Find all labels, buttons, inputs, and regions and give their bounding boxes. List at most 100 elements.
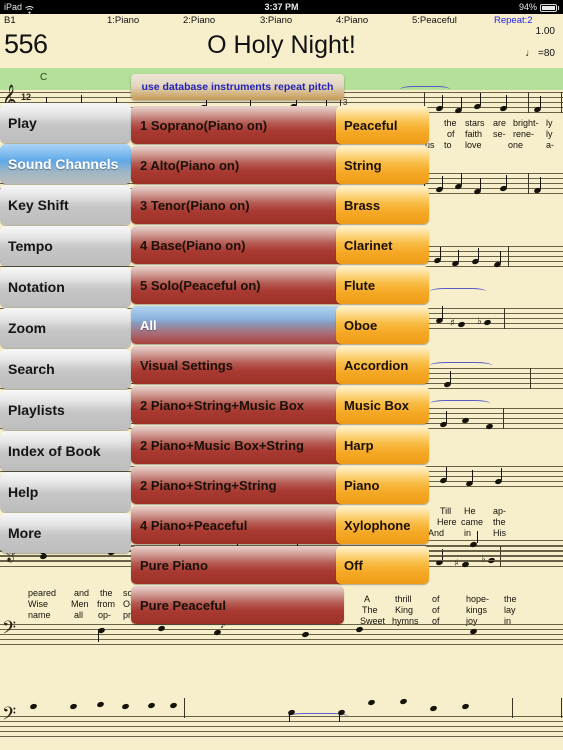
menu-item-label: Peaceful xyxy=(344,117,398,133)
menu-item-label: Xylophone xyxy=(344,517,411,533)
menu-item-help[interactable]: Help xyxy=(0,472,131,512)
menu-item-label: Notation xyxy=(8,279,65,295)
status-bar-right: 94% xyxy=(519,0,559,14)
instrument-menu[interactable]: Peaceful String Brass Clarinet Flute Obo… xyxy=(336,106,429,586)
instrument-string[interactable]: String xyxy=(336,146,429,184)
menu-item-tempo[interactable]: Tempo xyxy=(0,226,131,266)
channel-item-visual-settings[interactable]: Visual Settings xyxy=(131,346,344,384)
lyric-word: one xyxy=(508,140,524,150)
instrument-off[interactable]: Off xyxy=(336,546,429,584)
channel-5-label[interactable]: 5:Peaceful xyxy=(412,15,457,26)
lyric-word: Here xyxy=(437,517,457,527)
menu-item-label: Piano xyxy=(344,477,380,493)
menu-item-label: Brass xyxy=(344,197,381,213)
staff-system-5-bass: 𝄢 ♪ xyxy=(0,620,563,646)
channel-item-alto[interactable]: 2 Alto(Piano on) xyxy=(131,146,344,184)
preset-piano-peaceful[interactable]: 4 Piano+Peaceful xyxy=(131,506,344,544)
instrument-oboe[interactable]: Oboe xyxy=(336,306,429,344)
menu-item-playlists[interactable]: Playlists xyxy=(0,390,131,430)
lyric-word: stars xyxy=(465,118,485,128)
preset-piano-string-musicbox[interactable]: 2 Piano+String+Music Box xyxy=(131,386,344,424)
channel-4-label[interactable]: 4:Piano xyxy=(336,15,368,26)
channel-item-all[interactable]: All xyxy=(131,306,344,344)
menu-item-label: String xyxy=(344,157,382,173)
preset-piano-string-string[interactable]: 2 Piano+String+String xyxy=(131,466,344,504)
instrument-harp[interactable]: Harp xyxy=(336,426,429,464)
tooltip-text: use database instruments repeat pitch xyxy=(141,81,334,93)
bass-clef-icon: 𝄢 xyxy=(2,618,17,643)
lyric-word: a- xyxy=(546,140,555,150)
menu-item-search[interactable]: Search xyxy=(0,349,131,389)
channel-1-label[interactable]: 1:Piano xyxy=(107,15,139,26)
menu-item-label: Oboe xyxy=(344,317,378,333)
menu-item-label: 3 Tenor(Piano on) xyxy=(140,197,250,213)
channel-item-solo[interactable]: 5 Solo(Peaceful on) xyxy=(131,266,344,304)
menu-item-key-shift[interactable]: Key Shift xyxy=(0,185,131,225)
menu-item-label: Off xyxy=(344,557,363,573)
lyric-word: faith xyxy=(465,129,483,139)
instrument-piano[interactable]: Piano xyxy=(336,466,429,504)
lyric-word: the xyxy=(493,517,506,527)
menu-item-notation[interactable]: Notation xyxy=(0,267,131,307)
channel-2-label[interactable]: 2:Piano xyxy=(183,15,215,26)
menu-item-label: Help xyxy=(8,484,39,500)
lyric-word: to xyxy=(444,140,452,150)
menu-item-zoom[interactable]: Zoom xyxy=(0,308,131,348)
menu-item-play[interactable]: Play xyxy=(0,103,131,143)
menu-item-label: Harp xyxy=(344,437,374,453)
channel-item-soprano[interactable]: 1 Soprano(Piano on) xyxy=(131,106,344,144)
repeat-label[interactable]: Repeat:2 xyxy=(494,15,533,26)
menu-item-label: Pure Piano xyxy=(140,557,208,573)
lyric-word: ly xyxy=(546,118,553,128)
lyric-word: the xyxy=(504,594,517,604)
menu-item-index-of-book[interactable]: Index of Book xyxy=(0,431,131,471)
channel-item-base[interactable]: 4 Base(Piano on) xyxy=(131,226,344,264)
menu-item-label: 2 Piano+String+String xyxy=(140,477,277,493)
preset-piano-musicbox-string[interactable]: 2 Piano+Music Box+String xyxy=(131,426,344,464)
lyric-word: the xyxy=(100,588,113,598)
lyric-word: name xyxy=(28,610,51,620)
instrument-xylophone[interactable]: Xylophone xyxy=(336,506,429,544)
title-block: 556 O Holy Night! 1.00 ♩ =80 xyxy=(0,26,563,68)
lyric-word: He xyxy=(464,506,476,516)
menu-item-more[interactable]: More xyxy=(0,513,131,553)
preset-pure-piano[interactable]: Pure Piano xyxy=(131,546,344,584)
lyric-word: hope- xyxy=(466,594,490,604)
menu-item-label: Playlists xyxy=(8,402,65,418)
lyric-word: Men xyxy=(71,599,89,609)
menu-item-label: Sound Channels xyxy=(8,156,119,172)
menu-item-label: Key Shift xyxy=(8,197,69,213)
channel-item-tenor[interactable]: 3 Tenor(Piano on) xyxy=(131,186,344,224)
menu-item-label: Play xyxy=(8,115,37,131)
preset-pure-peaceful[interactable]: Pure Peaceful xyxy=(131,586,344,624)
menu-item-label: 2 Alto(Piano on) xyxy=(140,157,240,173)
lyric-word: The xyxy=(362,605,378,615)
instrument-music-box[interactable]: Music Box xyxy=(336,386,429,424)
instrument-accordion[interactable]: Accordion xyxy=(336,346,429,384)
lyric-word: ly xyxy=(546,129,553,139)
instrument-clarinet[interactable]: Clarinet xyxy=(336,226,429,264)
menu-item-sound-channels[interactable]: Sound Channels xyxy=(0,144,131,184)
instrument-flute[interactable]: Flute xyxy=(336,266,429,304)
time-signature-top: 12 xyxy=(21,92,32,102)
lyric-word: se- xyxy=(493,129,506,139)
instrument-peaceful[interactable]: Peaceful xyxy=(336,106,429,144)
instrument-brass[interactable]: Brass xyxy=(336,186,429,224)
sound-channels-menu[interactable]: 1 Soprano(Piano on) 2 Alto(Piano on) 3 T… xyxy=(131,106,344,626)
menu-item-label: Search xyxy=(8,361,55,377)
menu-item-label: Tempo xyxy=(8,238,53,254)
channel-3-label[interactable]: 3:Piano xyxy=(260,15,292,26)
staff-system-6-bass: 𝄢 xyxy=(0,697,563,738)
lyric-word: love xyxy=(465,140,482,150)
lyric-word: Wise xyxy=(28,599,48,609)
lyric-word: kings xyxy=(466,605,488,615)
menu-item-label: Zoom xyxy=(8,320,47,336)
menu-item-label: 4 Piano+Peaceful xyxy=(140,517,248,533)
menu-item-label: More xyxy=(8,525,42,541)
main-menu[interactable]: Play Sound Channels Key Shift Tempo Nota… xyxy=(0,103,131,554)
lyric-word: lay xyxy=(504,605,516,615)
battery-percent: 94% xyxy=(518,2,537,12)
lyric-word: His xyxy=(493,528,506,538)
battery-tip xyxy=(558,6,559,10)
lyric-word: of xyxy=(447,129,455,139)
